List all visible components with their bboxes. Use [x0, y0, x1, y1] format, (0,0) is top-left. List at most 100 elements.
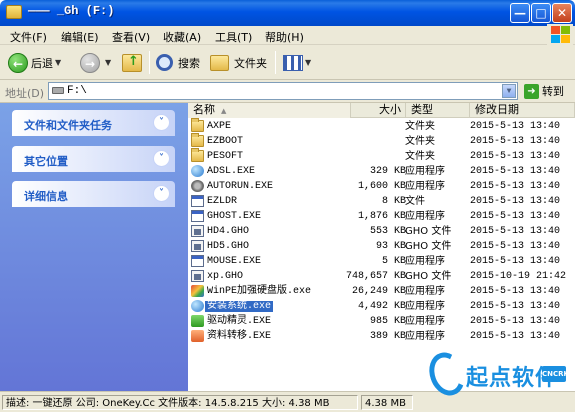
file-type: 应用程序 — [405, 331, 445, 342]
file-row[interactable]: AXPE 文件夹 2015-5-13 13:40 — [188, 118, 575, 134]
file-size — [312, 119, 406, 134]
back-button[interactable]: ← 后退 ▼ — [8, 50, 61, 75]
search-button[interactable]: 搜索 — [156, 50, 200, 75]
file-modified: 2015-5-13 13:40 — [470, 286, 561, 297]
file-modified: 2015-5-13 13:40 — [470, 166, 561, 177]
column-header-name[interactable]: 名称 ▲ — [188, 103, 351, 118]
menu-file[interactable]: 文件(F) — [10, 29, 47, 45]
file-size: 26,249 KB — [351, 286, 406, 297]
double-chevron-down-icon[interactable]: ˅ — [153, 150, 170, 167]
menu-edit[interactable]: 编辑(E) — [61, 29, 99, 45]
file-row-selected[interactable]: 安装系统.exe 4,492 KB 应用程序 2015-5-13 13:40 — [188, 299, 575, 314]
file-row[interactable]: HD4.GHO 553 KB GHO 文件 2015-5-13 13:40 — [188, 224, 575, 239]
menu-favorites[interactable]: 收藏(A) — [163, 29, 201, 45]
file-name: WinPE加强硬盘版.exe — [207, 286, 312, 297]
task-group-title: 其它位置 — [24, 155, 68, 168]
file-modified: 2015-5-13 13:40 — [470, 211, 561, 222]
file-type: 应用程序 — [405, 301, 445, 312]
file-type: 应用程序 — [405, 181, 445, 192]
file-size: 553 KB — [369, 226, 406, 237]
views-grid-icon — [283, 54, 303, 71]
file-row[interactable]: EZBOOT 文件夹 2015-5-13 13:40 — [188, 133, 575, 149]
up-button[interactable]: ↑ — [122, 50, 142, 75]
maximize-button[interactable]: □ — [531, 3, 551, 23]
column-header-size[interactable]: 大小 — [351, 103, 406, 118]
folder-up-icon: ↑ — [122, 53, 142, 72]
file-row[interactable]: 资料转移.EXE 389 KB 应用程序 2015-5-13 13:40 — [188, 329, 575, 344]
chevron-down-icon[interactable]: ▼ — [55, 58, 61, 67]
address-input[interactable]: F:\ ▼ — [48, 82, 518, 100]
task-group-file-folder[interactable]: 文件和文件夹任务 ˅ — [12, 110, 175, 136]
address-value: F:\ — [67, 85, 87, 97]
network-app-icon — [191, 165, 204, 177]
task-group-details[interactable]: 详细信息 ˅ — [12, 181, 175, 207]
sort-ascending-icon: ▲ — [221, 107, 227, 115]
window-title: ——— _Gh (F:) — [28, 4, 114, 18]
task-group-title: 详细信息 — [24, 190, 68, 203]
task-group-title: 文件和文件夹任务 — [24, 119, 112, 132]
file-size: 985 KB — [369, 316, 406, 327]
file-row[interactable]: GHOST.EXE 1,876 KB 应用程序 2015-5-13 13:40 — [188, 209, 575, 224]
minimize-button[interactable]: — — [510, 3, 530, 23]
chevron-down-icon[interactable]: ▼ — [502, 84, 516, 98]
app-window-icon — [191, 255, 204, 267]
go-button[interactable]: ➜ 转到 — [524, 83, 564, 99]
file-type: 文件夹 — [405, 136, 435, 147]
task-group-other-places[interactable]: 其它位置 ˅ — [12, 146, 175, 172]
file-row[interactable]: EZLDR 8 KB 文件 2015-5-13 13:40 — [188, 194, 575, 209]
menu-bar: 文件(F) 编辑(E) 查看(V) 收藏(A) 工具(T) 帮助(H) — [0, 26, 575, 45]
column-header-modified[interactable]: 修改日期 — [470, 103, 575, 118]
toolbar-separator — [149, 51, 150, 74]
file-modified: 2015-5-13 13:40 — [470, 181, 561, 192]
back-arrow-icon: ← — [8, 52, 28, 73]
gear-app-icon — [191, 180, 204, 192]
file-size: 329 KB — [369, 166, 406, 177]
folders-button[interactable]: 文件夹 — [210, 50, 267, 75]
column-header-row: 名称 ▲ 大小 类型 修改日期 — [188, 103, 575, 118]
file-modified: 2015-5-13 13:40 — [470, 301, 561, 312]
file-name: EZLDR — [207, 196, 238, 207]
chevron-down-icon[interactable]: ▼ — [105, 58, 111, 67]
title-text: _Gh (F:) — [56, 4, 115, 18]
driver-app-icon — [191, 315, 204, 327]
file-row[interactable]: MOUSE.EXE 5 KB 应用程序 2015-5-13 13:40 — [188, 254, 575, 269]
file-modified: 2015-5-13 13:40 — [470, 136, 561, 147]
app-window-icon — [191, 210, 204, 222]
double-chevron-down-icon[interactable]: ˅ — [153, 185, 170, 202]
close-button[interactable]: ✕ — [552, 3, 572, 23]
file-type: 应用程序 — [405, 256, 445, 267]
file-row[interactable]: WinPE加强硬盘版.exe 26,249 KB 应用程序 2015-5-13 … — [188, 284, 575, 299]
file-modified: 2015-5-13 13:40 — [470, 256, 561, 267]
file-row[interactable]: 驱动精灵.EXE 985 KB 应用程序 2015-5-13 13:40 — [188, 314, 575, 329]
forward-button[interactable]: → ▼ — [80, 50, 111, 75]
menu-tools[interactable]: 工具(T) — [215, 29, 252, 45]
file-name: ADSL.EXE — [207, 166, 256, 177]
file-name: xp.GHO — [207, 271, 244, 282]
file-row[interactable]: ADSL.EXE 329 KB 应用程序 2015-5-13 13:40 — [188, 164, 575, 179]
minimize-icon: — — [514, 6, 526, 20]
file-type: GHO 文件 — [405, 241, 452, 252]
file-row[interactable]: PESOFT 文件夹 2015-5-13 13:40 — [188, 148, 575, 164]
double-chevron-down-icon[interactable]: ˅ — [153, 114, 170, 131]
file-modified: 2015-5-13 13:40 — [470, 331, 561, 342]
folder-icon — [191, 118, 204, 132]
file-row[interactable]: xp.GHO 748,657 KB GHO 文件 2015-10-19 21:4… — [188, 269, 575, 284]
menu-view[interactable]: 查看(V) — [112, 29, 150, 45]
file-type: 应用程序 — [405, 166, 445, 177]
chevron-down-icon[interactable]: ▼ — [305, 58, 311, 67]
status-size: 4.38 MB — [361, 395, 413, 410]
views-button[interactable]: ▼ — [283, 50, 311, 75]
file-row[interactable]: AUTORUN.EXE 1,600 KB 应用程序 2015-5-13 13:4… — [188, 179, 575, 194]
windows-logo-icon — [547, 24, 573, 46]
file-size: 4,492 KB — [357, 301, 406, 312]
menu-help[interactable]: 帮助(H) — [265, 29, 304, 45]
watermark-logo: 起点软件 CNCRK — [423, 347, 570, 402]
watermark-logo-icon — [423, 347, 471, 401]
file-row[interactable]: HD5.GHO 93 KB GHO 文件 2015-5-13 13:40 — [188, 239, 575, 254]
file-icon — [191, 195, 204, 207]
file-modified: 2015-5-13 13:40 — [470, 316, 561, 327]
column-header-type[interactable]: 类型 — [406, 103, 470, 118]
file-modified: 2015-5-13 13:40 — [470, 121, 561, 132]
file-name: MOUSE.EXE — [207, 256, 262, 267]
forward-arrow-icon: → — [80, 52, 100, 73]
